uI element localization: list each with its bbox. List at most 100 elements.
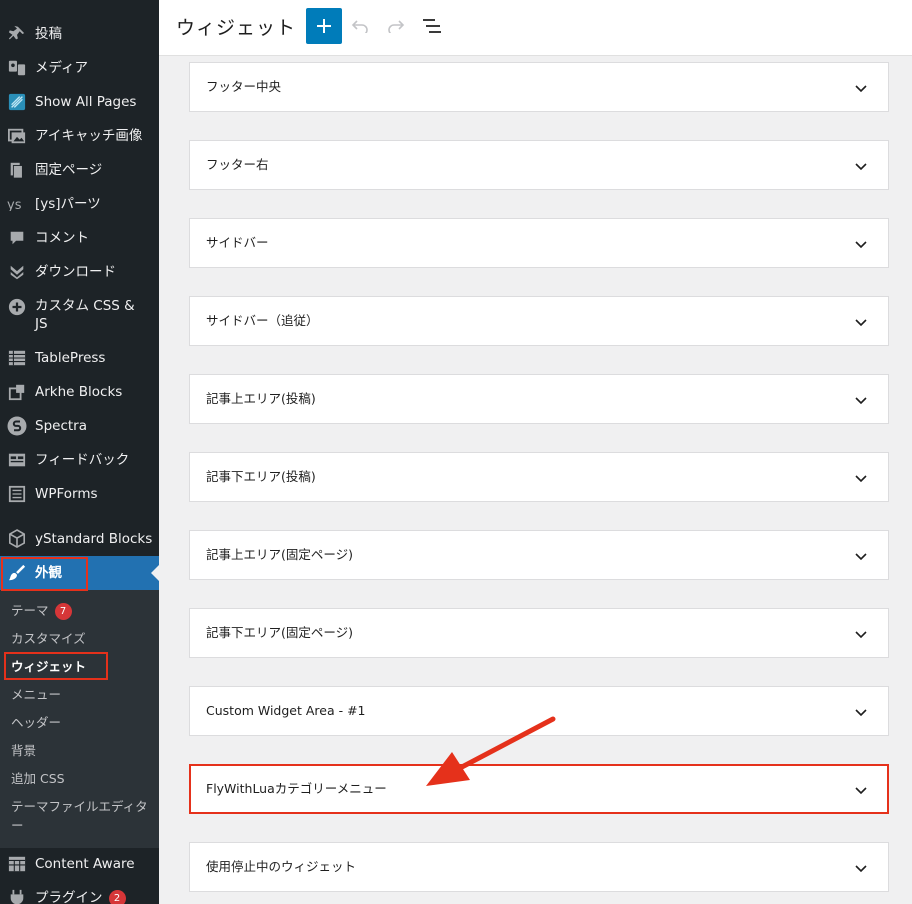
menu-label: Show All Pages	[35, 94, 137, 110]
menu-item-wpforms[interactable]: WPForms	[0, 477, 159, 511]
menu-label: アイキャッチ画像	[35, 128, 143, 144]
chevron-down-icon	[855, 631, 867, 639]
menu-label: Arkhe Blocks	[35, 384, 123, 400]
pin-icon	[7, 24, 27, 44]
panel-title: サイドバー（追従）	[206, 313, 319, 328]
menu-item-appearance[interactable]: 外観	[0, 556, 159, 590]
widget-area-panel[interactable]: 記事上エリア(固定ページ)	[189, 530, 889, 580]
image-icon	[7, 126, 27, 146]
active-indicator	[151, 565, 159, 581]
panel-title: 記事下エリア(投稿)	[206, 469, 316, 484]
menu-label: Content Aware	[35, 856, 135, 872]
panel-title: 記事上エリア(投稿)	[206, 391, 316, 406]
chevron-down-icon	[855, 241, 867, 249]
submenu-item-additional-css[interactable]: 追加 CSS	[11, 771, 65, 787]
menu-item-posts[interactable]: 投稿	[0, 17, 159, 51]
panel-title: FlyWithLuaカテゴリーメニュー	[206, 781, 387, 796]
menu-label: フィードバック	[35, 452, 130, 468]
menu-item-media[interactable]: メディア	[0, 51, 159, 85]
menu-item-tablepress[interactable]: TablePress	[0, 341, 159, 375]
menu-label: Spectra	[35, 418, 87, 434]
annotation-arrow-icon	[426, 716, 556, 786]
widget-area-panel[interactable]: サイドバー（追従）	[189, 296, 889, 346]
menu-label: WPForms	[35, 486, 98, 502]
widget-area-panel[interactable]: フッター右	[189, 140, 889, 190]
media-icon	[7, 58, 27, 78]
chevron-down-icon	[855, 163, 867, 171]
chevron-down-icon	[855, 319, 867, 327]
panel-title: フッター右	[206, 157, 269, 172]
submenu-item-customize[interactable]: カスタマイズ	[11, 631, 86, 647]
menu-item-feedback[interactable]: フィードバック	[0, 443, 159, 477]
menu-label: 投稿	[35, 26, 62, 42]
menu-label: TablePress	[35, 350, 106, 366]
widget-area-panel[interactable]: 記事下エリア(固定ページ)	[189, 608, 889, 658]
chevron-down-icon	[855, 85, 867, 93]
page-icon	[7, 160, 27, 180]
submenu-item-menus[interactable]: メニュー	[11, 687, 61, 703]
panel-title: サイドバー	[206, 235, 269, 250]
cube-icon	[7, 529, 27, 549]
submenu-item-header[interactable]: ヘッダー	[11, 715, 61, 731]
submenu-item-widgets[interactable]: ウィジェット	[11, 659, 86, 675]
brush-icon	[7, 563, 27, 583]
menu-item-ystandard-blocks[interactable]: yStandard Blocks	[0, 522, 159, 556]
menu-label: プラグイン	[35, 890, 103, 904]
plus-circle-icon	[7, 297, 27, 317]
chevron-down-icon	[855, 787, 867, 795]
svg-text:ys: ys	[7, 198, 22, 211]
chevron-down-icon	[855, 865, 867, 873]
submenu-label: 追加 CSS	[11, 771, 65, 786]
menu-item-arkhe-blocks[interactable]: Arkhe Blocks	[0, 375, 159, 409]
blocks-icon	[7, 382, 27, 402]
panel-title: 記事上エリア(固定ページ)	[206, 547, 354, 562]
menu-label: yStandard Blocks	[35, 531, 153, 547]
appearance-submenu: テーマ 7 カスタマイズ ウィジェット メニュー ヘッダー 背景 追加 CSS テ…	[0, 590, 159, 848]
menu-label: 外観	[35, 565, 62, 581]
menu-label: [ys]パーツ	[35, 196, 101, 212]
forms-icon	[7, 484, 27, 504]
submenu-label: カスタマイズ	[11, 631, 86, 646]
menu-item-plugins[interactable]: プラグイン 2	[0, 881, 159, 904]
menu-item-comments[interactable]: コメント	[0, 221, 159, 255]
menu-item-show-all-pages[interactable]: Show All Pages	[0, 85, 159, 119]
submenu-item-themes[interactable]: テーマ 7	[11, 603, 72, 620]
content-aware-icon	[7, 854, 27, 874]
panel-title: フッター中央	[206, 79, 282, 94]
menu-label: ダウンロード	[35, 264, 116, 280]
menu-item-spectra[interactable]: Spectra	[0, 409, 159, 443]
submenu-label: 背景	[11, 743, 37, 758]
submenu-label: テーマ	[11, 603, 49, 618]
submenu-item-background[interactable]: 背景	[11, 743, 36, 759]
widget-area-panel[interactable]: 記事下エリア(投稿)	[189, 452, 889, 502]
menu-label: メディア	[35, 60, 89, 76]
menu-item-featured-image[interactable]: アイキャッチ画像	[0, 119, 159, 153]
widget-area-panel[interactable]: 使用停止中のウィジェット	[189, 842, 889, 892]
chevron-down-icon	[855, 553, 867, 561]
submenu-label: ウィジェット	[11, 659, 87, 674]
menu-item-download[interactable]: ダウンロード	[0, 255, 159, 289]
widget-area-panel[interactable]: サイドバー	[189, 218, 889, 268]
submenu-item-theme-file-editor[interactable]: テーマファイルエディター	[11, 797, 151, 835]
menu-item-content-aware[interactable]: Content Aware	[0, 847, 159, 881]
admin-sidebar: 投稿 メディア Show All Pages アイキャッチ画像 固定ページ ys…	[0, 0, 159, 904]
pages-plugin-icon	[7, 92, 27, 112]
plugin-icon	[7, 888, 27, 904]
panel-title: 記事下エリア(固定ページ)	[206, 625, 354, 640]
menu-item-custom-css-js[interactable]: カスタム CSS & JS	[0, 289, 159, 341]
spectra-icon	[7, 416, 27, 436]
download-icon	[7, 262, 27, 282]
menu-item-pages[interactable]: 固定ページ	[0, 153, 159, 187]
menu-item-ys-parts[interactable]: ys [ys]パーツ	[0, 187, 159, 221]
chevron-down-icon	[855, 475, 867, 483]
menu-label: コメント	[35, 230, 89, 246]
widget-area-panel[interactable]: 記事上エリア(投稿)	[189, 374, 889, 424]
table-icon	[7, 348, 27, 368]
menu-label: カスタム CSS & JS	[35, 298, 135, 332]
widget-area-panel[interactable]: フッター中央	[189, 62, 889, 112]
ys-icon: ys	[7, 194, 27, 214]
panel-title: Custom Widget Area - #1	[206, 703, 366, 718]
submenu-label: ヘッダー	[11, 715, 62, 730]
comment-icon	[7, 228, 27, 248]
submenu-label: テーマファイルエディター	[11, 799, 148, 833]
